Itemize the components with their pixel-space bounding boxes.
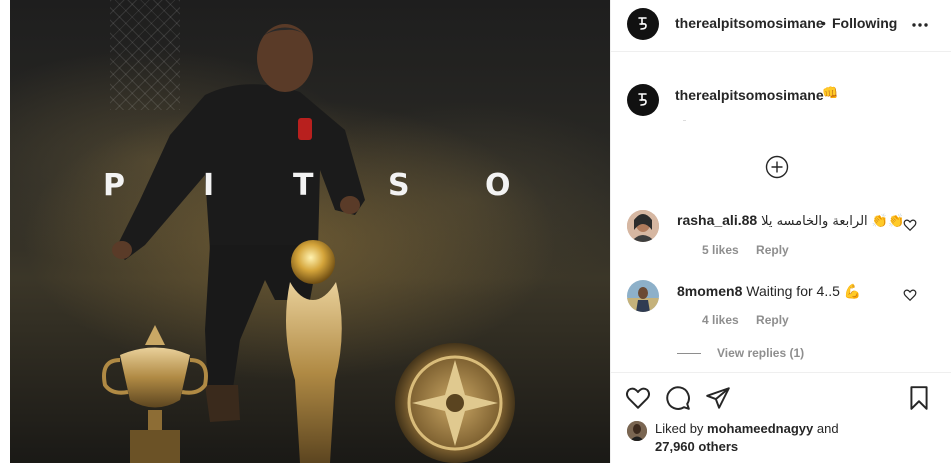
comment-username[interactable]: 8momen8 bbox=[677, 283, 742, 299]
divider bbox=[683, 120, 686, 121]
avatar-photo bbox=[627, 421, 647, 441]
likes-others[interactable]: 27,960 others bbox=[655, 439, 738, 454]
reply-button[interactable]: Reply bbox=[756, 313, 789, 327]
avatar-photo bbox=[627, 210, 659, 242]
avatar[interactable] bbox=[627, 8, 659, 40]
heart-icon[interactable] bbox=[903, 288, 917, 302]
title-letter: T bbox=[293, 168, 314, 203]
avatar[interactable] bbox=[627, 280, 659, 312]
title-letter: O bbox=[485, 168, 511, 203]
liked-by-label: Liked by bbox=[655, 421, 704, 436]
club-crest bbox=[298, 118, 312, 140]
avatar[interactable] bbox=[627, 421, 647, 441]
post-header: therealpitsomosimane • Following bbox=[611, 0, 951, 52]
comment-text: الرابعة والخامسه يلا 👏👏 bbox=[761, 214, 905, 229]
avatar[interactable] bbox=[627, 210, 659, 242]
reply-button[interactable]: Reply bbox=[756, 243, 789, 257]
share-icon[interactable] bbox=[705, 385, 731, 411]
signature-logo-icon bbox=[638, 17, 647, 30]
post-side-panel: therealpitsomosimane • Following thereal… bbox=[610, 0, 951, 463]
likes-and: and bbox=[816, 421, 839, 436]
bookmark-icon[interactable] bbox=[906, 385, 932, 411]
likes-summary: Liked by mohameednagyy and 27,960 others bbox=[655, 420, 915, 456]
comment-body: rasha_ali.88 الرابعة والخامسه يلا 👏👏 bbox=[677, 212, 904, 229]
comment-icon[interactable] bbox=[665, 385, 691, 411]
champions-trophy bbox=[286, 240, 342, 463]
image-title: P I T S O bbox=[0, 168, 610, 208]
more-options-icon[interactable] bbox=[911, 16, 929, 34]
title-letter: I bbox=[203, 168, 215, 203]
shield-trophy bbox=[395, 343, 515, 463]
avatar-photo bbox=[627, 280, 659, 312]
liked-by-user[interactable]: mohameednagyy bbox=[707, 421, 813, 436]
comment-text: Waiting for 4..5 💪 bbox=[746, 283, 862, 299]
post-username[interactable]: therealpitsomosimane bbox=[675, 15, 824, 31]
separator-dot: • bbox=[821, 15, 826, 31]
gold-ball bbox=[291, 240, 335, 284]
signature-logo-icon bbox=[638, 93, 647, 106]
heart-icon[interactable] bbox=[903, 218, 917, 232]
cup-trophy bbox=[102, 325, 208, 463]
comment-meta: 5 likes Reply bbox=[702, 243, 803, 257]
avatar[interactable] bbox=[627, 84, 659, 116]
coach-illustration bbox=[102, 24, 515, 463]
view-replies-label: View replies (1) bbox=[717, 346, 805, 360]
post-actions: Liked by mohameednagyy and 27,960 others bbox=[611, 372, 951, 463]
view-replies-button[interactable]: View replies (1) bbox=[677, 346, 804, 360]
following-button[interactable]: Following bbox=[832, 15, 897, 31]
title-letter: S bbox=[388, 168, 410, 203]
caption-username[interactable]: therealpitsomosimane bbox=[675, 87, 824, 103]
caption-text: 👊 bbox=[822, 86, 839, 101]
replies-divider bbox=[677, 352, 701, 354]
title-letter: P bbox=[103, 168, 125, 203]
comment-likes[interactable]: 5 likes bbox=[702, 243, 739, 257]
comment-likes[interactable]: 4 likes bbox=[702, 313, 739, 327]
comment-meta: 4 likes Reply bbox=[702, 313, 803, 327]
post-image[interactable]: P I T S O bbox=[0, 0, 610, 463]
heart-icon[interactable] bbox=[625, 385, 651, 411]
comment-body: 8momen8 Waiting for 4..5 💪 bbox=[677, 283, 861, 300]
comment-username[interactable]: rasha_ali.88 bbox=[677, 212, 757, 228]
plus-circle-icon[interactable] bbox=[765, 155, 789, 179]
